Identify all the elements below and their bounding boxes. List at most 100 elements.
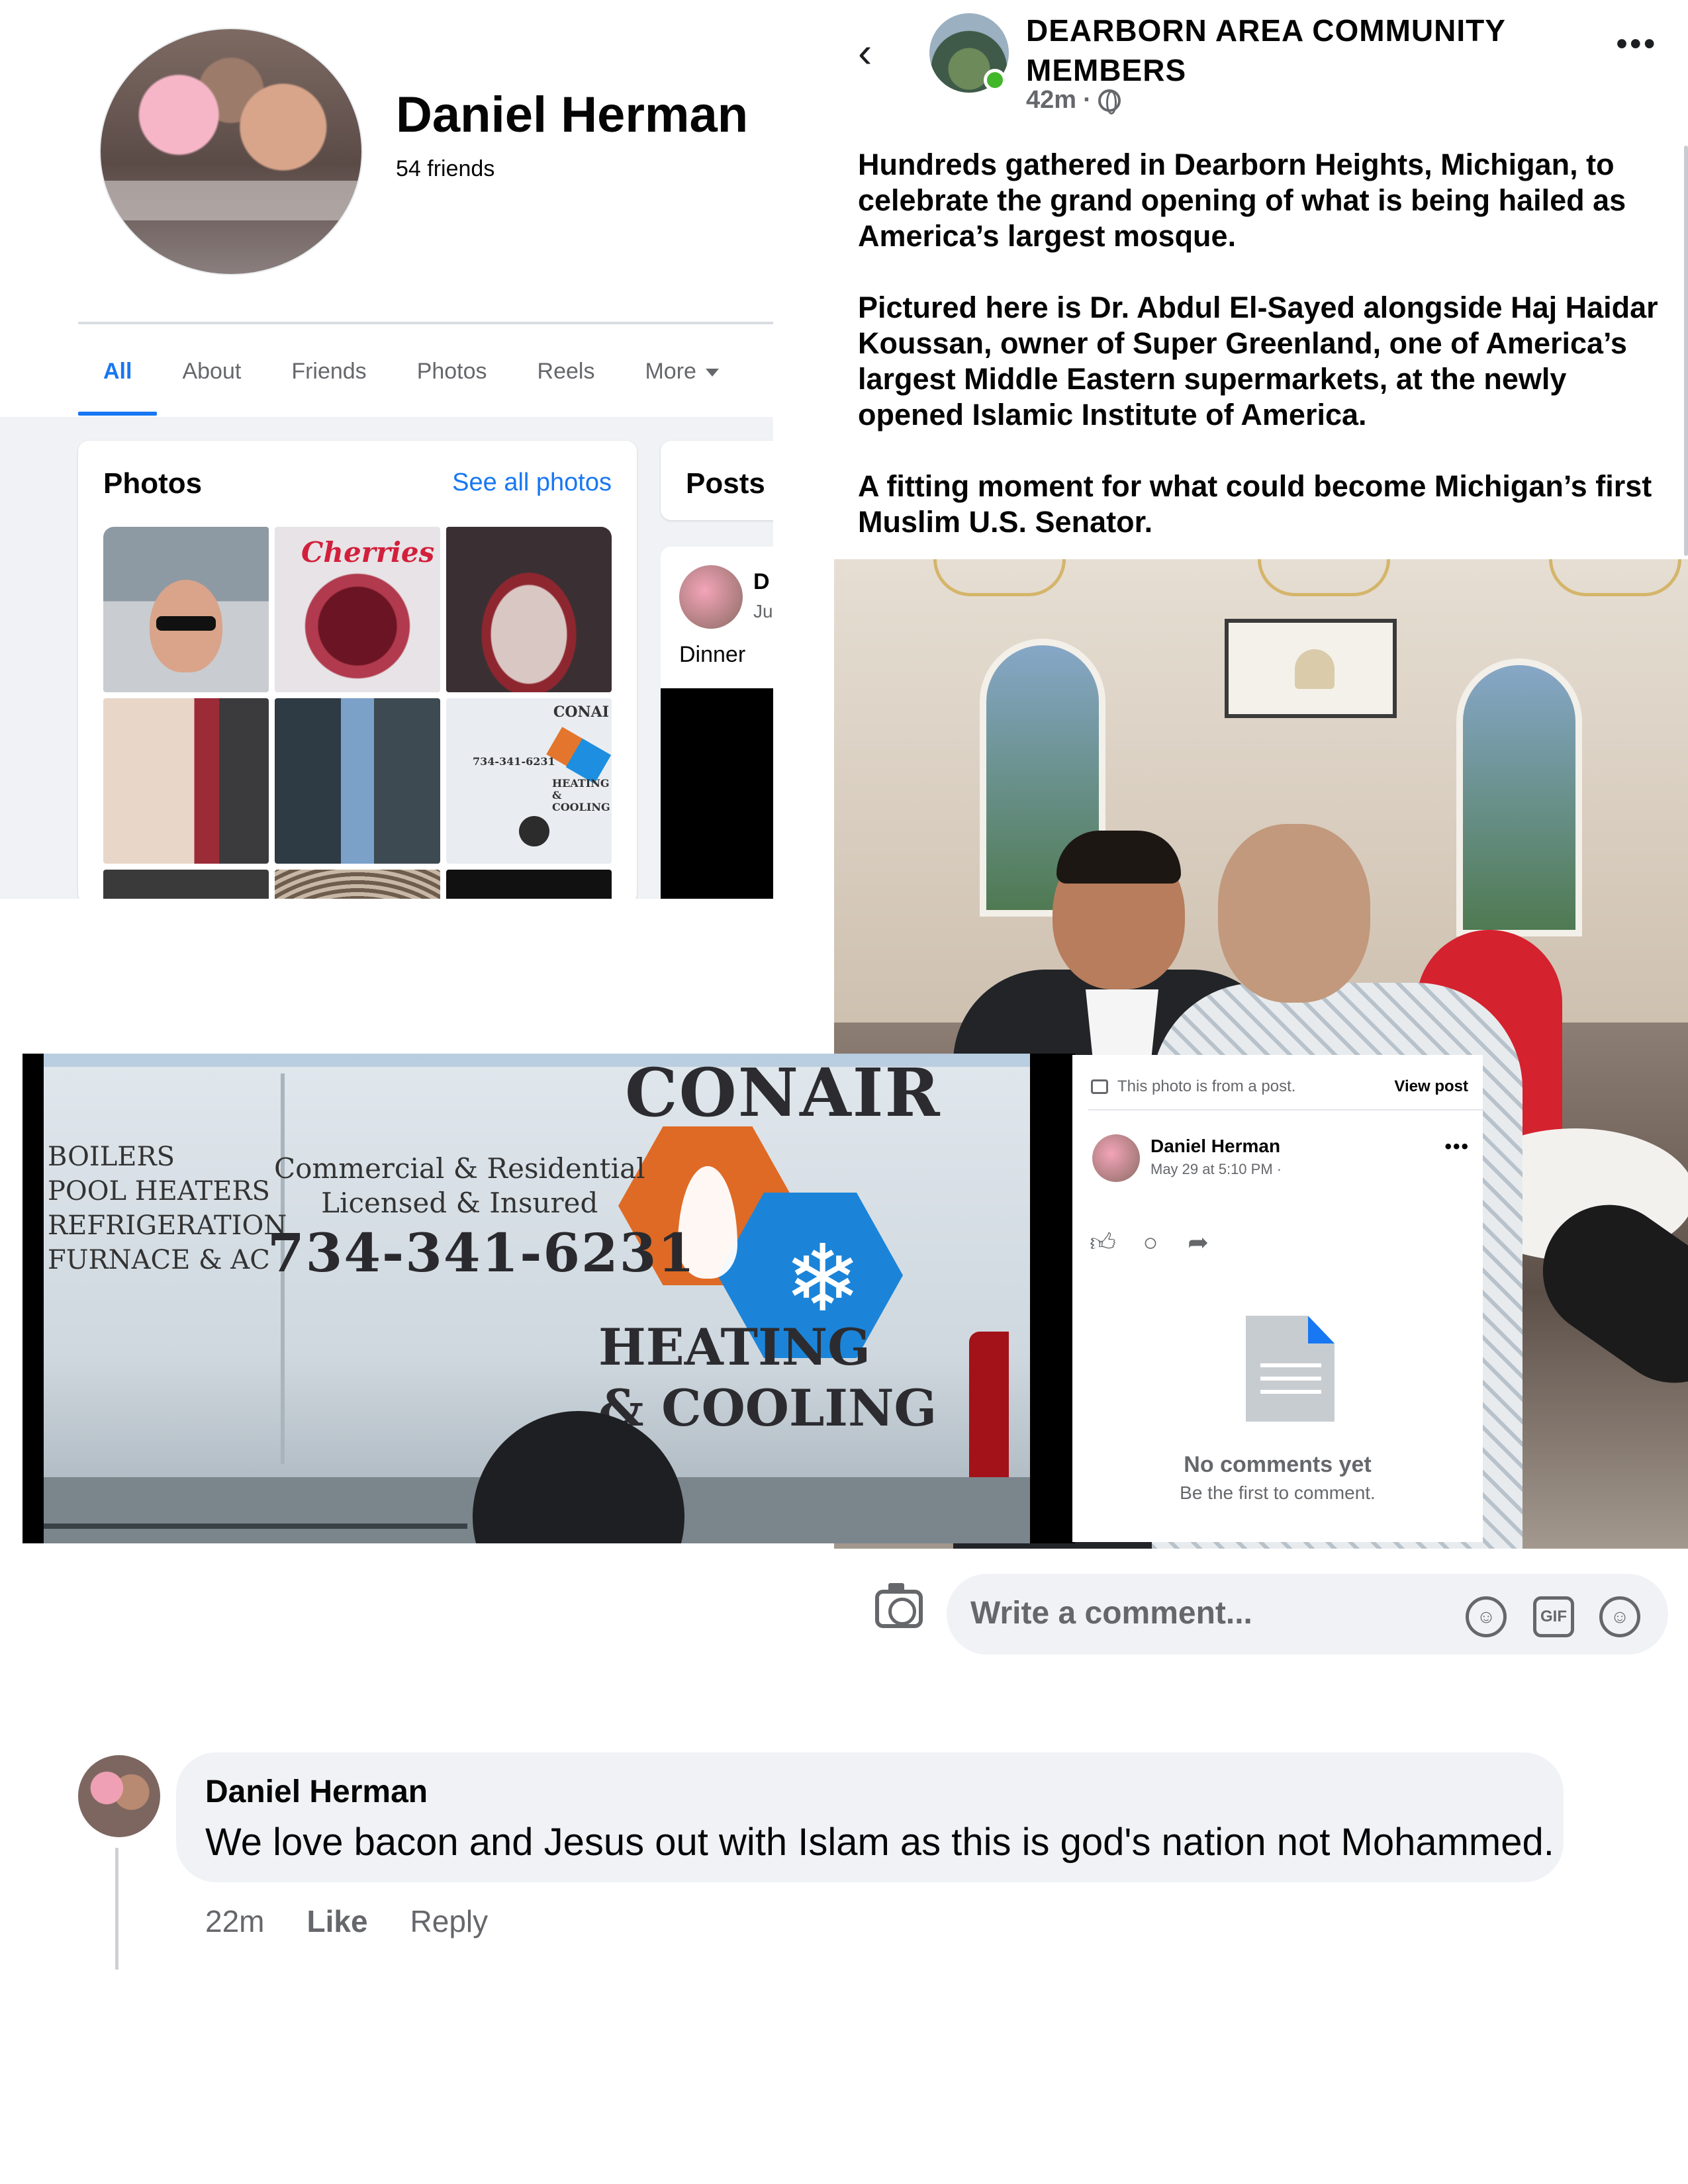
divider xyxy=(78,322,773,324)
friends-count[interactable]: 54 friends xyxy=(396,156,494,182)
photo-thumbnail[interactable]: Cherries xyxy=(275,527,440,692)
tab-all[interactable]: All xyxy=(78,344,158,416)
more-dots-icon[interactable]: ••• xyxy=(1617,28,1658,60)
gif-icon[interactable]: GIF xyxy=(1533,1596,1574,1637)
post-meta: 42m · xyxy=(1026,86,1121,114)
photo-thumbnail[interactable] xyxy=(103,698,269,864)
post-paragraph: A fitting moment for what could become M… xyxy=(858,469,1652,539)
tab-about[interactable]: About xyxy=(157,344,266,397)
avatar-sticker-icon[interactable]: ☺ xyxy=(1466,1596,1507,1637)
photo-source-text: This photo is from a post. xyxy=(1117,1077,1296,1095)
post-author[interactable]: D xyxy=(753,569,770,595)
comment-time[interactable]: 22m xyxy=(205,1903,264,1939)
cherries-label: Cherries xyxy=(301,536,435,569)
post-body: Hundreds gathered in Dearborn Heights, M… xyxy=(858,147,1672,576)
online-indicator xyxy=(984,69,1006,91)
profile-avatar[interactable] xyxy=(101,29,361,274)
no-comments-subtitle: Be the first to comment. xyxy=(1180,1482,1376,1503)
post-paragraph: Hundreds gathered in Dearborn Heights, M… xyxy=(858,148,1626,253)
van-tagline: Commercial & Residential Licensed & Insu… xyxy=(274,1152,645,1220)
back-arrow-icon[interactable]: ‹ xyxy=(858,29,891,75)
tab-photos[interactable]: Photos xyxy=(392,344,512,397)
comment-bubble: Daniel Herman We love bacon and Jesus ou… xyxy=(176,1752,1564,1882)
divider xyxy=(1088,1109,1483,1111)
service-item: POOL HEATERS xyxy=(48,1176,270,1206)
posts-title: Posts xyxy=(686,467,765,500)
author-avatar[interactable] xyxy=(1092,1134,1140,1182)
photo-source-note: This photo is from a post. xyxy=(1091,1077,1295,1096)
van-services: BOILERS POOL HEATERS REFRIGERATION FURNA… xyxy=(48,1140,287,1277)
author-name[interactable]: Daniel Herman xyxy=(1150,1136,1280,1157)
document-icon xyxy=(1246,1316,1335,1422)
tab-friends[interactable]: Friends xyxy=(266,344,391,397)
post-preview: D Ju Dinner xyxy=(661,547,773,899)
commenter-name[interactable]: Daniel Herman xyxy=(205,1774,428,1810)
photo-thumbnail[interactable] xyxy=(103,870,269,899)
meta-separator: · xyxy=(1083,86,1092,114)
photo-thumbnail[interactable] xyxy=(103,527,269,692)
post-date: Ju xyxy=(753,601,773,621)
tab-more-label: More xyxy=(645,359,696,384)
tagline-line: Commercial & Residential xyxy=(274,1152,645,1185)
photos-card: Photos See all photos Cherries CONAI 734… xyxy=(78,441,637,899)
no-comments-title: No comments yet xyxy=(1184,1452,1372,1477)
photo-thumbnail[interactable] xyxy=(446,870,612,899)
post-time[interactable]: 42m xyxy=(1026,86,1076,114)
van-thumb-brand: CONAI xyxy=(553,704,609,721)
comment-composer: Write a comment... ☺ GIF ☺ xyxy=(834,1549,1688,1674)
photo-thumbnail[interactable]: CONAI 734-341-6231 HEATING & COOLING xyxy=(446,698,612,864)
share-icon[interactable]: ➦ xyxy=(1185,1230,1211,1256)
service-item: REFRIGERATION xyxy=(48,1210,287,1241)
globe-icon xyxy=(1098,89,1121,114)
group-name[interactable]: DEARBORN AREA COMMUNITY MEMBERS xyxy=(1026,11,1609,90)
cooling-text: & COOLING xyxy=(598,1379,937,1437)
posts-header-card: Posts xyxy=(661,441,773,520)
van-thumb-heating: HEATING & COOLING xyxy=(552,777,610,813)
scrollbar[interactable] xyxy=(1684,146,1688,556)
post-avatar[interactable] xyxy=(679,565,743,629)
photos-title: Photos xyxy=(103,467,203,500)
post-source-icon xyxy=(1091,1079,1108,1094)
heating-text: HEATING xyxy=(598,1318,871,1377)
van-photo: ❄ CONAIR BOILERS POOL HEATERS REFRIGERAT… xyxy=(23,1054,1075,1543)
reply-button[interactable]: Reply xyxy=(410,1903,489,1939)
emoji-icon[interactable]: ☺ xyxy=(1599,1596,1640,1637)
see-all-photos-link[interactable]: See all photos xyxy=(452,469,612,497)
post-date[interactable]: May 29 at 5:10 PM · xyxy=(1150,1161,1282,1178)
photo-details-panel: This photo is from a post. View post Dan… xyxy=(1072,1055,1483,1542)
photo-thumbnail[interactable] xyxy=(446,527,612,692)
view-post-link[interactable]: View post xyxy=(1394,1077,1468,1096)
service-item: FURNACE & AC xyxy=(48,1245,270,1275)
photo-thumbnail[interactable] xyxy=(275,870,440,899)
like-button[interactable]: Like xyxy=(306,1903,367,1939)
like-icon[interactable]: 👍︎ xyxy=(1090,1230,1116,1256)
comment-thread: Daniel Herman We love bacon and Jesus ou… xyxy=(0,1694,1688,1972)
photo-grid: Cherries CONAI 734-341-6231 HEATING & CO… xyxy=(103,527,612,899)
van-brand: CONAIR xyxy=(625,1054,941,1132)
tagline-line: Licensed & Insured xyxy=(321,1187,598,1219)
service-item: BOILERS xyxy=(48,1142,175,1172)
van-thumb-phone: 734-341-6231 xyxy=(473,755,555,768)
van-heating-cooling: HEATING & COOLING xyxy=(598,1317,937,1439)
photo-thumbnail[interactable] xyxy=(275,698,440,864)
van-phone: 734-341-6231 xyxy=(267,1222,696,1284)
camera-icon[interactable] xyxy=(875,1583,923,1628)
thread-line xyxy=(115,1848,118,1970)
comment-input[interactable]: Write a comment... ☺ GIF ☺ xyxy=(947,1574,1668,1655)
post-image[interactable] xyxy=(661,688,773,899)
post-paragraph: Pictured here is Dr. Abdul El-Sayed alon… xyxy=(858,291,1658,432)
profile-name: Daniel Herman xyxy=(396,87,749,143)
profile-tabs: All About Friends Photos Reels More xyxy=(78,344,744,416)
comment-text: We love bacon and Jesus out with Islam a… xyxy=(205,1821,1554,1864)
profile-screenshot: Daniel Herman 54 friends All About Frien… xyxy=(0,0,773,899)
post-text: Dinner xyxy=(679,642,746,667)
caret-down-icon xyxy=(705,369,719,377)
comment-icon[interactable]: ○ xyxy=(1137,1230,1164,1256)
comment-actions: 22m Like Reply xyxy=(205,1903,488,1939)
tab-more[interactable]: More xyxy=(620,344,743,397)
commenter-avatar[interactable] xyxy=(78,1755,160,1837)
comment-placeholder: Write a comment... xyxy=(970,1596,1252,1631)
tab-reels[interactable]: Reels xyxy=(512,344,620,397)
snowflake-icon: ❄ xyxy=(784,1226,862,1330)
more-dots-icon[interactable]: ••• xyxy=(1444,1136,1470,1158)
